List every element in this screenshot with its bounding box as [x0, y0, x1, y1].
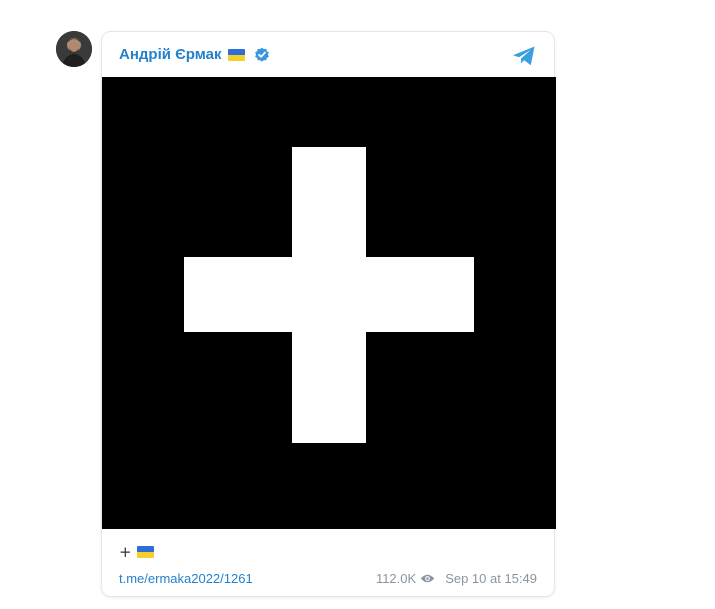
post-text: + — [119, 543, 154, 561]
eye-icon — [420, 574, 435, 582]
avatar-image — [56, 31, 92, 67]
verified-badge-icon — [254, 47, 269, 62]
author-block[interactable]: Андрій Єрмак — [119, 46, 270, 64]
telegram-embed: Андрій Єрмак + t.me/ermaka2022/1261 112.… — [0, 0, 715, 609]
post-meta: 112.0K Sep 10 at 15:49 — [376, 571, 537, 586]
view-count: 112.0K — [375, 570, 417, 586]
cross-horizontal-bar — [184, 257, 474, 332]
post-card: Андрій Єрмак + t.me/ermaka2022/1261 112.… — [101, 31, 556, 597]
post-date[interactable]: Sep 10 at 15:49 — [445, 571, 537, 586]
cross-glyph: + — [119, 543, 132, 561]
telegram-icon[interactable] — [511, 43, 537, 69]
post-footer: t.me/ermaka2022/1261 112.0K Sep 10 at 15… — [119, 569, 537, 587]
ukraine-flag-icon — [227, 49, 245, 61]
post-link[interactable]: t.me/ermaka2022/1261 — [119, 571, 253, 586]
ukraine-flag-icon — [136, 546, 154, 558]
avatar[interactable] — [56, 31, 92, 67]
post-header: Андрій Єрмак — [102, 32, 554, 78]
author-name[interactable]: Андрій Єрмак — [119, 46, 222, 64]
post-photo[interactable] — [102, 77, 556, 529]
